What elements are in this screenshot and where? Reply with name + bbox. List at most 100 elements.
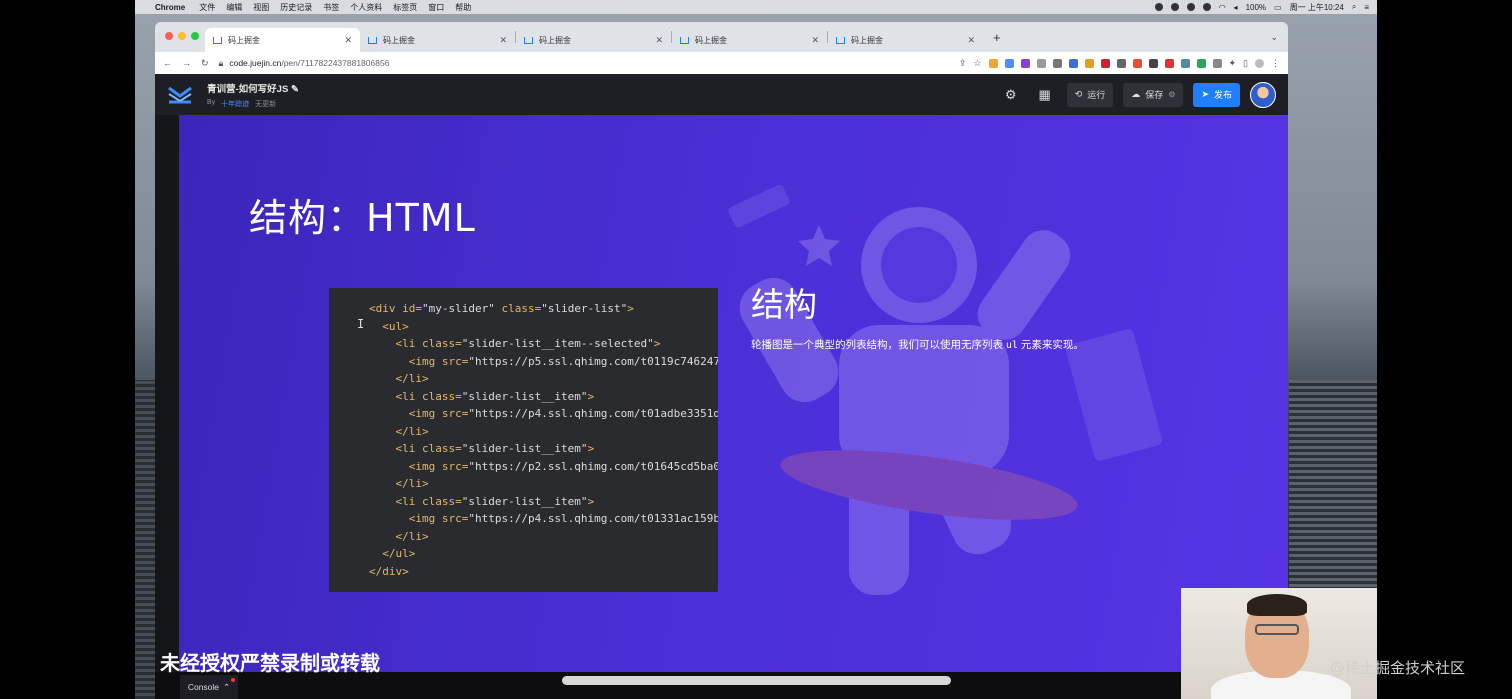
extension-icon[interactable]: [1212, 58, 1222, 68]
share-icon[interactable]: ⇪: [959, 58, 967, 69]
code-block[interactable]: I <div id="my-slider" class="slider-list…: [329, 288, 718, 592]
menubar-item-edit[interactable]: 编辑: [226, 2, 242, 13]
menubar-item-view[interactable]: 视图: [253, 2, 269, 13]
menubar-item-help[interactable]: 帮助: [455, 2, 471, 13]
spotlight-search-icon[interactable]: ⌕: [1352, 2, 1356, 12]
status-icon-3[interactable]: [1186, 3, 1195, 11]
tab-close-icon[interactable]: ✕: [655, 35, 663, 46]
extension-icon[interactable]: [1100, 58, 1110, 68]
code-line: <img src="https://p4.ssl.qhimg.com/t01ad…: [369, 407, 718, 420]
home-indicator-bar[interactable]: [562, 676, 951, 685]
juejin-favicon-icon: [680, 36, 689, 44]
layout-icon[interactable]: ▦: [1033, 83, 1057, 107]
status-icon-4[interactable]: [1202, 3, 1211, 11]
extension-icon[interactable]: [1020, 58, 1030, 68]
code-line: </li>: [369, 424, 429, 438]
cloud-upload-icon: ☁: [1131, 89, 1141, 99]
extension-icon[interactable]: [1036, 58, 1046, 68]
code-line: </div>: [369, 564, 409, 578]
extension-icon[interactable]: [1052, 58, 1062, 68]
extension-icon[interactable]: [1180, 58, 1190, 68]
minimize-window-button[interactable]: [178, 32, 186, 40]
console-tab[interactable]: Console ⌃: [180, 675, 238, 699]
code-line: <ul>: [369, 319, 409, 333]
extension-icon[interactable]: [1116, 58, 1126, 68]
by-label: By: [207, 98, 216, 106]
browser-tab-1[interactable]: 码上掘金 ✕: [205, 28, 360, 52]
extension-icon[interactable]: [1148, 58, 1158, 68]
address-url[interactable]: code.juejin.cn/pen/7117822437881806856: [229, 58, 389, 68]
new-tab-button[interactable]: +: [993, 30, 1001, 45]
publish-button[interactable]: ➤ 发布: [1193, 82, 1240, 107]
extension-icon[interactable]: [1004, 58, 1014, 68]
user-avatar[interactable]: [1250, 81, 1276, 108]
tab-label: 码上掘金: [695, 35, 727, 45]
browser-tab-2[interactable]: 码上掘金 ✕: [360, 28, 515, 52]
extension-icon[interactable]: [1132, 58, 1142, 68]
extensions-puzzle-icon[interactable]: ✦: [1229, 58, 1237, 69]
tab-close-icon[interactable]: ✕: [811, 35, 819, 46]
author-link[interactable]: 十年踪迹: [221, 99, 249, 109]
tab-strip: 码上掘金 ✕ 码上掘金 ✕ 码上掘金 ✕ 码上掘金 ✕ 码上掘金 ✕ + ⌄: [155, 22, 1288, 52]
copyright-watermark: 未经授权严禁录制或转载: [160, 651, 380, 675]
volume-icon[interactable]: ◂: [1234, 3, 1238, 12]
edit-pencil-icon[interactable]: ✎: [291, 84, 299, 95]
extension-icon[interactable]: [1164, 58, 1174, 68]
control-center-icon[interactable]: ≡: [1364, 3, 1369, 12]
tab-close-icon[interactable]: ✕: [967, 35, 975, 46]
lock-icon[interactable]: 🔒︎: [219, 58, 224, 69]
extension-icon[interactable]: [1196, 58, 1206, 68]
code-line: <li class="slider-list__item">: [369, 494, 595, 508]
browser-tab-5[interactable]: 码上掘金 ✕: [828, 28, 983, 52]
pen-title[interactable]: 青训营-如何写好JS ✎: [207, 81, 299, 95]
extension-icon[interactable]: [1068, 58, 1078, 68]
browser-tab-4[interactable]: 码上掘金 ✕: [672, 28, 827, 52]
desktop-sea-right: [1289, 380, 1377, 590]
code-line: <div id="my-slider" class="slider-list">: [369, 302, 634, 315]
save-status: 无更新: [255, 100, 277, 108]
menubar-clock[interactable]: 周一 上午10:24: [1290, 2, 1344, 13]
save-button[interactable]: ☁ 保存 ⚙: [1123, 82, 1184, 107]
profile-avatar-icon[interactable]: [1255, 58, 1264, 68]
bookmark-star-icon[interactable]: ☆: [973, 58, 981, 69]
wifi-icon[interactable]: ◠: [1219, 3, 1226, 12]
address-bar[interactable]: 🔒︎ code.juejin.cn/pen/711782243788180685…: [219, 58, 949, 69]
menubar-item-bookmarks[interactable]: 书签: [323, 2, 339, 13]
chevron-up-icon: ⌃: [223, 681, 231, 692]
battery-icon[interactable]: ▭: [1274, 3, 1282, 12]
back-arrow-icon[interactable]: ←: [163, 58, 172, 68]
tab-close-icon[interactable]: ✕: [499, 35, 507, 46]
run-button[interactable]: ⟲ 运行: [1066, 82, 1114, 107]
menubar-item-window[interactable]: 窗口: [428, 2, 444, 13]
tab-close-icon[interactable]: ✕: [344, 35, 352, 46]
menubar-item-profiles[interactable]: 个人资料: [350, 2, 382, 13]
battery-percent: 100%: [1245, 2, 1267, 12]
presenter-glasses: [1255, 624, 1299, 635]
tab-label: 码上掘金: [228, 35, 260, 45]
extension-icon[interactable]: [1084, 58, 1094, 68]
code-line: <li class="slider-list__item--selected">: [369, 337, 661, 350]
forward-arrow-icon[interactable]: →: [182, 58, 191, 68]
astronaut-illustration-icon: [728, 185, 1162, 595]
browser-menu-icon[interactable]: ⋮: [1271, 58, 1280, 69]
url-path: /pen/7117822437881806856: [281, 58, 390, 68]
presenter-hair: [1247, 594, 1307, 616]
status-icon-1[interactable]: [1154, 3, 1163, 11]
settings-gear-icon[interactable]: ⚙: [999, 83, 1023, 107]
menubar-item-tabs[interactable]: 标签页: [393, 2, 417, 13]
side-panel-icon[interactable]: ▯: [1243, 58, 1248, 69]
status-icon-2[interactable]: [1170, 3, 1179, 11]
reload-icon[interactable]: ↻: [201, 58, 209, 69]
save-settings-gear-icon[interactable]: ⚙: [1168, 90, 1175, 99]
header-actions: ⚙ ▦ ⟲ 运行 ☁ 保存 ⚙ ➤ 发布: [999, 81, 1276, 108]
menubar-app-name[interactable]: Chrome: [155, 3, 185, 12]
juejin-code-logo-icon[interactable]: [167, 84, 193, 106]
code-line: <li class="slider-list__item">: [369, 389, 595, 403]
browser-tab-3[interactable]: 码上掘金 ✕: [516, 28, 671, 52]
close-window-button[interactable]: [165, 32, 173, 40]
menubar-item-history[interactable]: 历史记录: [280, 2, 312, 13]
tab-search-chevron-icon[interactable]: ⌄: [1270, 32, 1278, 43]
extension-icon[interactable]: [988, 58, 998, 68]
zoom-window-button[interactable]: [191, 32, 199, 40]
menubar-item-file[interactable]: 文件: [199, 2, 215, 13]
